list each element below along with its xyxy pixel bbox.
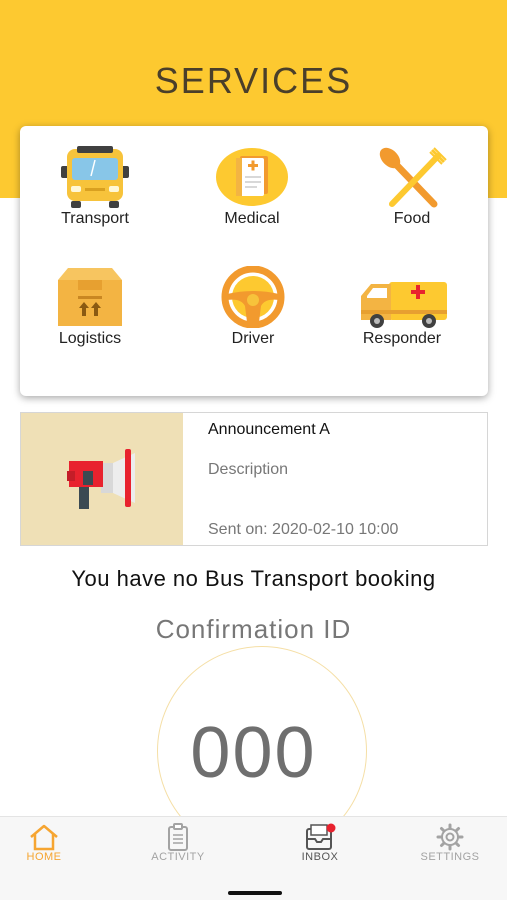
inbox-badge	[326, 823, 336, 833]
home-icon	[30, 824, 58, 851]
service-label: Medical	[224, 210, 280, 227]
service-logistics[interactable]: Logistics	[20, 266, 160, 348]
service-label: Food	[393, 210, 431, 227]
service-responder[interactable]: Responder	[332, 266, 472, 348]
home-indicator	[228, 891, 282, 895]
megaphone-icon	[67, 449, 135, 509]
service-transport[interactable]: Transport	[25, 146, 165, 228]
announcement-sent-time: Sent on: 2020-02-10 10:00	[208, 521, 399, 538]
inbox-icon	[306, 823, 336, 850]
tab-label: ACTIVITY	[151, 851, 205, 863]
bus-icon	[61, 146, 129, 208]
services-card: Transport Medical Food Logistics Driver …	[20, 126, 488, 396]
service-food[interactable]: Food	[342, 146, 482, 228]
tab-home[interactable]: HOME	[0, 823, 94, 863]
spoon-fork-icon	[379, 147, 447, 208]
medical-record-icon	[216, 148, 288, 206]
tab-bar: HOME ACTIVITY INBOX SETTINGS	[0, 816, 507, 900]
tab-label: HOME	[26, 851, 62, 863]
announcement-title: Announcement A	[208, 421, 330, 438]
tab-label: INBOX	[301, 851, 339, 863]
tab-inbox[interactable]: INBOX	[270, 823, 370, 863]
clipboard-icon	[168, 823, 188, 851]
tab-label: SETTINGS	[420, 851, 480, 863]
announcement-image	[21, 413, 183, 545]
service-label: Driver	[231, 330, 275, 347]
service-medical[interactable]: Medical	[182, 146, 322, 228]
service-label: Logistics	[58, 330, 122, 347]
announcement-card[interactable]: Announcement A Description Sent on: 2020…	[20, 412, 488, 546]
confirmation-label: Confirmation ID	[155, 614, 352, 644]
tab-settings[interactable]: SETTINGS	[400, 823, 500, 863]
tab-activity[interactable]: ACTIVITY	[128, 823, 228, 863]
steering-wheel-icon	[221, 266, 285, 328]
confirmation-id: 000	[190, 713, 317, 793]
service-label: Transport	[61, 210, 129, 227]
gear-icon	[436, 823, 464, 851]
package-box-icon	[58, 268, 122, 326]
service-label: Responder	[362, 330, 442, 347]
announcement-description: Description	[208, 461, 289, 478]
booking-message: You have no Bus Transport booking	[71, 566, 436, 591]
service-driver[interactable]: Driver	[183, 266, 323, 348]
page-title: SERVICES	[154, 60, 353, 101]
ambulance-icon	[361, 282, 447, 328]
